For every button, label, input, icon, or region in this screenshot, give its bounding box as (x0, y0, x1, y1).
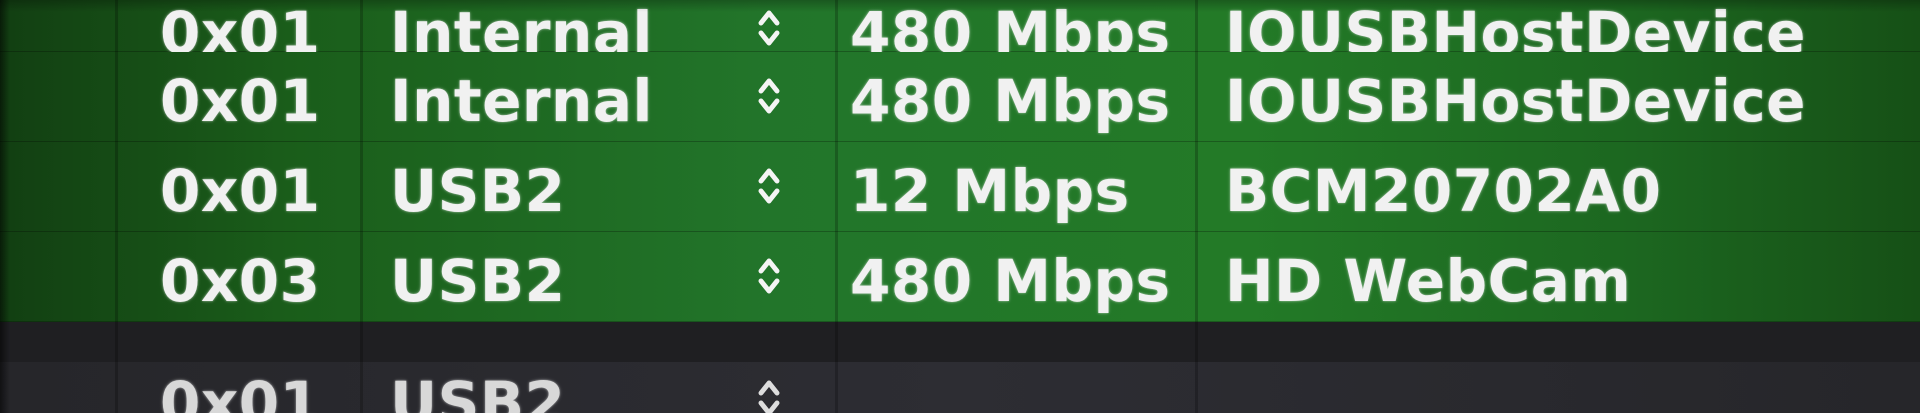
usb-device-table-viewport: 0x01 Internal 480 Mbps IOUSBHostDevice 0… (0, 0, 1920, 413)
location-cell: USB2 (390, 157, 566, 225)
top-fade (0, 0, 1920, 12)
column-divider (360, 0, 363, 413)
stepper-icon[interactable] (755, 70, 783, 116)
device-id-cell: 0x03 (160, 247, 321, 315)
stepper-icon[interactable] (755, 160, 783, 206)
stepper-cell[interactable] (755, 252, 795, 310)
driver-cell: IOUSBHostDevice (1225, 67, 1806, 135)
table-row[interactable]: 0x03 USB2 480 Mbps HD WebCam (0, 232, 1920, 322)
device-id-cell: 0x01 (160, 67, 321, 135)
driver-cell: BCM20702A0 (1225, 157, 1662, 225)
usb-device-table: 0x01 Internal 480 Mbps IOUSBHostDevice 0… (0, 0, 1920, 413)
speed-cell: 12 Mbps (850, 157, 1130, 225)
stepper-cell[interactable] (755, 162, 795, 220)
table-row[interactable]: 0x01 USB2 12 Mbps BCM20702A0 (0, 142, 1920, 232)
speed-cell: 480 Mbps (850, 247, 1171, 315)
stepper-icon[interactable] (755, 372, 783, 413)
stepper-icon[interactable] (755, 250, 783, 296)
table-row[interactable]: 0x01 Internal 480 Mbps IOUSBHostDevice (0, 52, 1920, 142)
column-divider (1195, 0, 1198, 413)
stepper-cell[interactable] (755, 374, 795, 413)
location-cell: Internal (390, 67, 653, 135)
stepper-cell[interactable] (755, 72, 795, 130)
left-edge-shadow (0, 0, 10, 413)
device-id-cell: 0x01 (160, 369, 321, 413)
table-row[interactable]: 0x01 USB2 (0, 362, 1920, 413)
speed-cell: 480 Mbps (850, 67, 1171, 135)
column-divider (115, 0, 118, 413)
column-divider (835, 0, 838, 413)
device-id-cell: 0x01 (160, 157, 321, 225)
location-cell: USB2 (390, 247, 566, 315)
driver-cell: HD WebCam (1225, 247, 1632, 315)
location-cell: USB2 (390, 369, 566, 413)
